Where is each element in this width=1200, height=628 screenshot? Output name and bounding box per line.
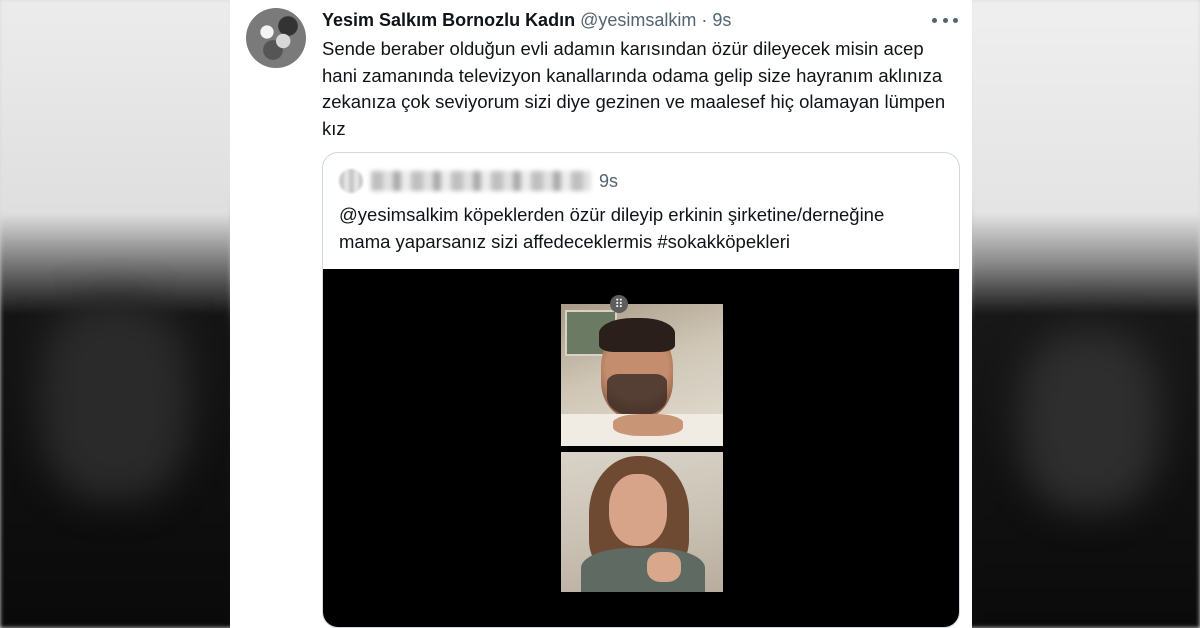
- more-icon-dot: [942, 17, 948, 23]
- woman-sweater: [581, 548, 705, 592]
- tweet-card[interactable]: Yesim Salkım Bornozlu Kadın @yesimsalkim…: [230, 0, 972, 628]
- tweet-timestamp[interactable]: 9s: [712, 10, 731, 30]
- man-beard: [607, 374, 667, 416]
- quoted-tweet-header: 9s: [339, 169, 618, 193]
- grid-icon[interactable]: ⠿: [610, 295, 628, 313]
- background-shape-right: [1020, 330, 1160, 510]
- display-name[interactable]: Yesim Salkım Bornozlu Kadın: [322, 10, 575, 30]
- tweet-header: Yesim Salkım Bornozlu Kadın @yesimsalkim…: [322, 9, 932, 31]
- woman-hand: [647, 552, 681, 582]
- more-icon-dot: [932, 17, 937, 23]
- quoted-avatar-blurred[interactable]: [339, 169, 363, 193]
- quoted-video[interactable]: ⠿: [323, 269, 959, 627]
- separator-dot: ·: [701, 10, 708, 30]
- video-participant-bottom: [561, 452, 723, 592]
- avatar[interactable]: [246, 8, 306, 68]
- background-right: [972, 0, 1200, 628]
- more-icon[interactable]: [932, 10, 958, 30]
- quoted-username-blurred: [371, 171, 591, 191]
- tweet-text: Sende beraber olduğun evli adamın karısı…: [322, 38, 946, 139]
- man-hands: [613, 414, 683, 436]
- user-handle[interactable]: @yesimsalkim: [580, 10, 696, 30]
- quoted-tweet-text: @yesimsalkim köpeklerden özür dileyip er…: [339, 204, 885, 252]
- video-participant-top: [561, 304, 723, 446]
- man-hair: [599, 318, 675, 352]
- more-icon-dot: [953, 17, 958, 23]
- quoted-tweet[interactable]: 9s @yesimsalkim köpeklerden özür dileyip…: [322, 152, 960, 628]
- quoted-timestamp[interactable]: 9s: [599, 171, 618, 192]
- background-shape-left: [40, 300, 190, 500]
- woman-face: [609, 474, 667, 546]
